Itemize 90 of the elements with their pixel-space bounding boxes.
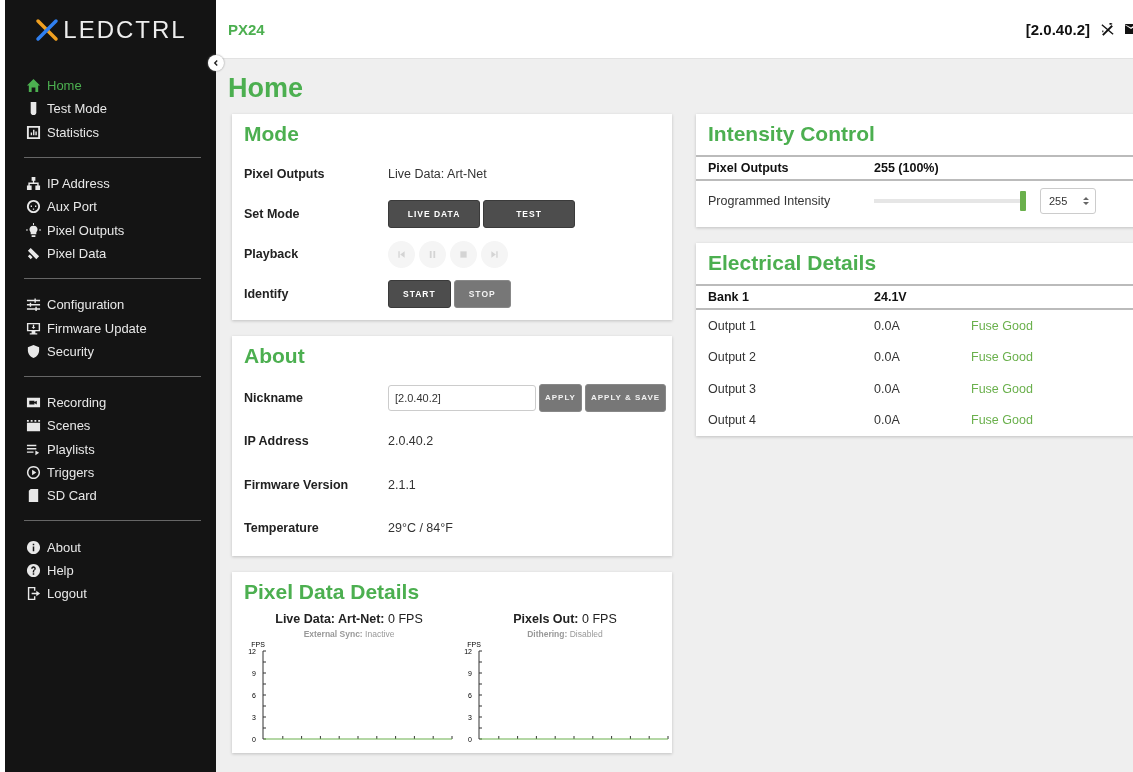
table-cell-text: 0.0A: [874, 413, 901, 428]
table-cell-text: 0.0A: [874, 350, 901, 365]
field-value: 2.0.40.2: [388, 434, 434, 449]
nav-item[interactable]: Home: [5, 74, 216, 98]
skip-back-icon: [397, 249, 406, 259]
spinner-arrows-icon[interactable]: [1083, 196, 1089, 206]
device-address: [2.0.40.2]: [1025, 20, 1090, 38]
wand-off-icon[interactable]: [1100, 21, 1115, 37]
field-label: Temperature: [244, 521, 320, 536]
page-title: Home: [228, 73, 304, 104]
field-label: Pixel Outputs: [244, 167, 326, 181]
nav-item[interactable]: Pixel Data: [5, 241, 216, 266]
table-cell-text: Output 2: [708, 350, 757, 365]
nav-item[interactable]: Logout: [5, 582, 216, 606]
chart-subheading: Dithering: Disabled: [527, 629, 603, 639]
nav-item[interactable]: Triggers: [5, 460, 216, 485]
chart-icon: [26, 124, 41, 140]
logout-icon: [26, 586, 41, 602]
bulb-icon: [26, 222, 41, 238]
port-icon: [26, 199, 41, 215]
action-button[interactable]: START: [388, 280, 451, 308]
field-value: Live Data: Art-Net: [388, 167, 487, 181]
envelope-icon[interactable]: [1125, 23, 1133, 35]
sliders-icon: [26, 297, 41, 313]
fuse-status: Fuse Good: [971, 381, 1033, 396]
nav-item[interactable]: Pixel Outputs: [5, 218, 216, 242]
nav-item[interactable]: Configuration: [5, 293, 216, 317]
logo-text: LEDCTRL: [63, 16, 187, 44]
nav-item[interactable]: Playlists: [5, 437, 216, 461]
field-label: Playback: [244, 247, 300, 261]
field-label: Set Mode: [244, 207, 301, 221]
table-cell-text: 24.1V: [874, 290, 908, 304]
slider-label: Programmed Intensity: [708, 194, 832, 208]
table-cell-text: 0.0A: [874, 318, 901, 333]
collapse-button[interactable]: [208, 55, 224, 71]
skip-forward-icon: [490, 249, 499, 259]
clapper-icon: [26, 418, 41, 434]
table-cell-text: Output 3: [708, 381, 757, 396]
nav-item[interactable]: Security: [5, 339, 216, 363]
help-icon: [26, 562, 41, 578]
nav-item[interactable]: Help: [5, 558, 216, 583]
table-cell-text: 0.0A: [874, 381, 901, 396]
nickname-field[interactable]: [2.0.40.2]: [388, 384, 536, 411]
table-cell-text: 255 (100%): [874, 161, 940, 175]
table-cell-text: Pixel Outputs: [708, 161, 790, 175]
network-icon: [26, 176, 41, 192]
field-label: Nickname: [244, 390, 305, 405]
home-icon: [26, 78, 41, 94]
fuse-status: Fuse Good: [971, 318, 1033, 333]
field-value: 29°C / 84°F: [388, 521, 453, 536]
action-button[interactable]: TEST: [483, 200, 575, 228]
table-cell-text: Output 1: [708, 318, 757, 333]
shield-icon: [26, 343, 41, 359]
fuse-status: Fuse Good: [971, 413, 1033, 428]
stop-icon: [459, 249, 468, 259]
action-button[interactable]: LIVE DATA: [388, 200, 480, 228]
field-value: 2.1.1: [388, 477, 416, 492]
chart-heading: Pixels Out: 0 FPS: [513, 612, 617, 626]
trigger-icon: [26, 465, 41, 480]
pause-icon: [428, 249, 437, 259]
nav-item[interactable]: Recording: [5, 390, 216, 415]
nav-item[interactable]: Firmware Update: [5, 316, 216, 340]
nav-item[interactable]: Statistics: [5, 120, 216, 144]
intensity-spinbox[interactable]: 255: [1040, 188, 1096, 214]
chevron-left-icon: [212, 59, 220, 67]
field-label: Identify: [244, 287, 290, 301]
nav-item[interactable]: IP Address: [5, 171, 216, 196]
table-cell-text: Output 4: [708, 413, 757, 428]
sdcard-icon: [26, 488, 41, 504]
slider-thumb[interactable]: [1020, 191, 1026, 211]
table-cell-text: Bank 1: [708, 290, 750, 304]
nav-item[interactable]: About: [5, 535, 216, 559]
card-title: About: [244, 344, 306, 368]
device-name: PX24: [228, 20, 265, 38]
monitor-icon: [26, 320, 41, 336]
field-label: IP Address: [244, 434, 310, 449]
card-title: Intensity Control: [707, 122, 876, 146]
card-title: Mode: [244, 122, 300, 146]
card-title: Electrical Details: [707, 251, 878, 275]
chart-subheading: External Sync: Inactive: [303, 629, 395, 639]
logo-x-icon: [34, 18, 61, 42]
field-label: Firmware Version: [244, 477, 350, 492]
nav-item[interactable]: Aux Port: [5, 195, 216, 219]
nav-item[interactable]: SD Card: [5, 484, 216, 508]
info-icon: [26, 539, 41, 555]
nav-item[interactable]: Test Mode: [5, 97, 216, 121]
card-title: Pixel Data Details: [244, 580, 421, 604]
nav-item[interactable]: Scenes: [5, 414, 216, 438]
chart-heading: Live Data: Art-Net: 0 FPS: [275, 612, 423, 626]
fuse-status: Fuse Good: [971, 350, 1033, 365]
